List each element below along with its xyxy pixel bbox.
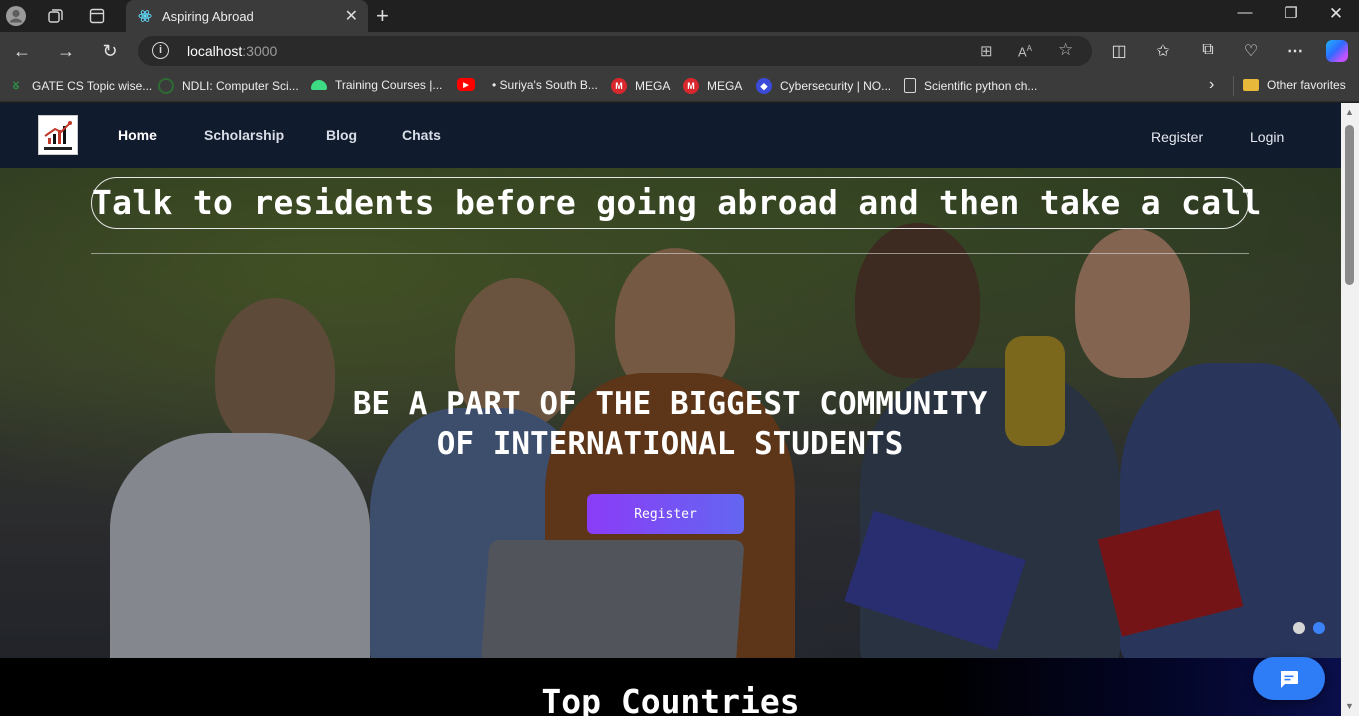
health-icon[interactable]: ♡ <box>1240 41 1262 61</box>
gfg-icon: ᘜ <box>12 80 20 92</box>
forward-icon[interactable]: → <box>54 40 78 62</box>
bookmark-item[interactable]: Training Courses |... <box>311 78 442 92</box>
page-scrollbar[interactable]: ▲ ▼ <box>1341 103 1359 716</box>
youtube-icon: ▶ <box>457 78 475 91</box>
page-viewport: Home Scholarship Blog Chats Register Log… <box>0 103 1341 716</box>
minimize-icon[interactable]: — <box>1222 4 1268 21</box>
folder-icon <box>1243 79 1259 91</box>
bookmark-item[interactable]: M MEGA <box>611 78 670 94</box>
hero-carousel: Talk to residents before going abroad an… <box>0 168 1341 658</box>
tab-actions-icon[interactable] <box>86 5 108 27</box>
hero-headline: BE A PART OF THE BIGGEST COMMUNITY OF IN… <box>170 384 1170 464</box>
divider <box>1233 76 1234 96</box>
carousel-dot-1[interactable] <box>1293 622 1305 634</box>
mega-icon: M <box>611 78 627 94</box>
tab-strip: Aspiring Abroad ✕ + — ❐ ✕ <box>0 0 1359 32</box>
bookmark-item[interactable]: M MEGA <box>683 78 742 94</box>
nav-login[interactable]: Login <box>1250 129 1284 145</box>
app-available-icon[interactable]: ⊞ <box>980 42 993 60</box>
collections-icon[interactable]: ⧉ <box>1197 41 1219 59</box>
chat-button[interactable] <box>1253 657 1325 700</box>
scrollbar-thumb[interactable] <box>1345 125 1354 285</box>
copilot-icon[interactable] <box>1326 40 1348 62</box>
bookmarks-overflow-icon[interactable]: › <box>1209 76 1214 94</box>
hero-divider <box>91 253 1249 254</box>
new-tab-icon[interactable]: + <box>376 3 389 29</box>
ndli-icon <box>158 78 174 94</box>
nav-register[interactable]: Register <box>1151 129 1203 145</box>
other-favorites[interactable]: Other favorites <box>1243 78 1346 92</box>
site-navbar: Home Scholarship Blog Chats Register Log… <box>0 103 1341 168</box>
close-window-icon[interactable]: ✕ <box>1313 4 1359 24</box>
profile-icon[interactable] <box>5 5 27 27</box>
refresh-icon[interactable]: ↻ <box>98 40 122 62</box>
site-info-icon[interactable]: i <box>152 42 169 59</box>
bookmark-item[interactable]: ◆ Cybersecurity | NO... <box>756 78 891 94</box>
bookmark-item[interactable]: ▶ <box>457 78 483 91</box>
read-aloud-icon[interactable]: AA <box>1018 44 1032 59</box>
address-bar[interactable]: i localhost:3000 ⊞ AA ☆ <box>138 36 1092 66</box>
more-menu-icon[interactable]: ⋯ <box>1284 41 1306 61</box>
tab-aspiring-abroad[interactable]: Aspiring Abroad ✕ <box>126 0 368 32</box>
bookmark-item[interactable]: Scientific python ch... <box>904 78 1037 93</box>
back-icon[interactable]: ← <box>10 40 34 62</box>
nav-blog[interactable]: Blog <box>326 127 357 143</box>
chat-bubble-icon <box>1280 670 1298 688</box>
tab-title: Aspiring Abroad <box>162 9 254 24</box>
nav-chats[interactable]: Chats <box>402 127 441 143</box>
scroll-up-icon[interactable]: ▲ <box>1345 107 1354 117</box>
hero-register-button[interactable]: Register <box>587 494 744 534</box>
restore-icon[interactable]: ❐ <box>1268 4 1314 22</box>
nav-scholarship[interactable]: Scholarship <box>204 127 284 143</box>
bookmark-item[interactable]: ᘜ GATE CS Topic wise... <box>8 78 153 94</box>
react-icon <box>138 10 152 22</box>
hero-headline-line2: OF INTERNATIONAL STUDENTS <box>436 426 904 462</box>
address-toolbar: ← → ↻ i localhost:3000 ⊞ AA ☆ ◫ ✩ ⧉ ♡ ⋯ <box>0 32 1359 70</box>
favorites-icon[interactable]: ✩ <box>1152 41 1174 61</box>
hero-tagline: Talk to residents before going abroad an… <box>91 177 1261 229</box>
scroll-down-icon[interactable]: ▼ <box>1345 701 1354 711</box>
bookmarks-bar: ᘜ GATE CS Topic wise... NDLI: Computer Sc… <box>0 70 1359 102</box>
hero-headline-line1: BE A PART OF THE BIGGEST COMMUNITY <box>352 386 988 422</box>
bookmark-item[interactable]: NDLI: Computer Sci... <box>158 78 299 94</box>
mega-icon: M <box>683 78 699 94</box>
shield-icon: ◆ <box>756 78 772 94</box>
workspaces-icon[interactable] <box>45 5 67 27</box>
section-title: Top Countries <box>541 682 800 716</box>
site-logo[interactable] <box>38 115 78 155</box>
close-tab-icon[interactable]: ✕ <box>345 6 358 26</box>
split-screen-icon[interactable]: ◫ <box>1108 41 1130 61</box>
top-countries-section: Top Countries <box>0 658 1341 716</box>
page-icon <box>904 78 916 93</box>
bookmark-item[interactable]: • Suriya's South B... <box>492 78 598 92</box>
url-text: localhost:3000 <box>187 43 278 59</box>
nav-home[interactable]: Home <box>118 127 157 143</box>
carousel-dot-2[interactable] <box>1313 622 1325 634</box>
favorite-star-icon[interactable]: ☆ <box>1058 40 1073 60</box>
android-icon <box>311 80 327 90</box>
